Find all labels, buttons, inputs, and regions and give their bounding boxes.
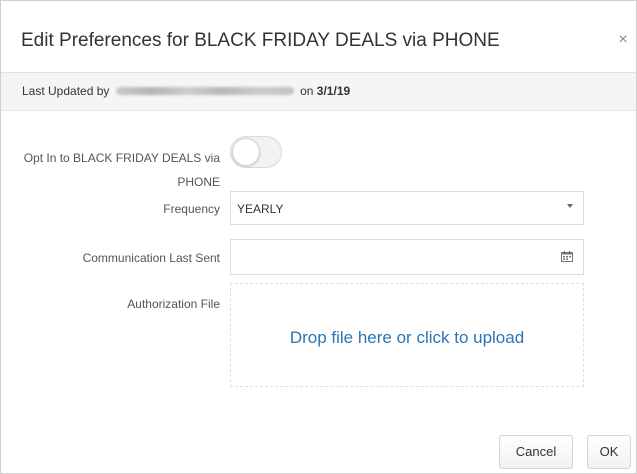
cancel-button[interactable]: Cancel — [499, 435, 573, 469]
opt-in-label: Opt In to BLACK FRIDAY DEALS via PHONE — [23, 151, 220, 189]
last-updated-bar: Last Updated by on 3/1/19 — [1, 73, 636, 111]
last-updated-text: Last Updated by on 3/1/19 — [22, 84, 350, 98]
dialog-header: Edit Preferences for BLACK FRIDAY DEALS … — [1, 1, 636, 73]
last-updated-prefix: Last Updated by — [22, 84, 110, 98]
calendar-icon[interactable] — [561, 251, 573, 262]
edit-preferences-dialog: Edit Preferences for BLACK FRIDAY DEALS … — [0, 0, 637, 474]
communication-last-sent-label: Communication Last Sent — [82, 251, 220, 265]
communication-last-sent-input[interactable] — [230, 239, 584, 275]
ok-button[interactable]: OK — [587, 435, 631, 469]
file-upload-dropzone[interactable]: Drop file here or click to upload — [230, 283, 584, 387]
chevron-down-icon — [567, 204, 573, 208]
last-updated-date: 3/1/19 — [316, 84, 351, 98]
dropzone-text: Drop file here or click to upload — [289, 328, 525, 347]
frequency-label: Frequency — [163, 202, 220, 216]
close-icon[interactable]: × — [614, 31, 632, 49]
toggle-knob — [232, 138, 260, 166]
authorization-file-label: Authorization File — [127, 297, 220, 311]
redacted-email — [115, 86, 294, 95]
opt-in-toggle[interactable] — [230, 136, 282, 168]
frequency-select[interactable]: YEARLY — [230, 191, 584, 225]
frequency-value: YEARLY — [237, 202, 284, 216]
dialog-title: Edit Preferences for BLACK FRIDAY DEALS … — [21, 30, 500, 51]
last-updated-on: on — [300, 84, 314, 98]
